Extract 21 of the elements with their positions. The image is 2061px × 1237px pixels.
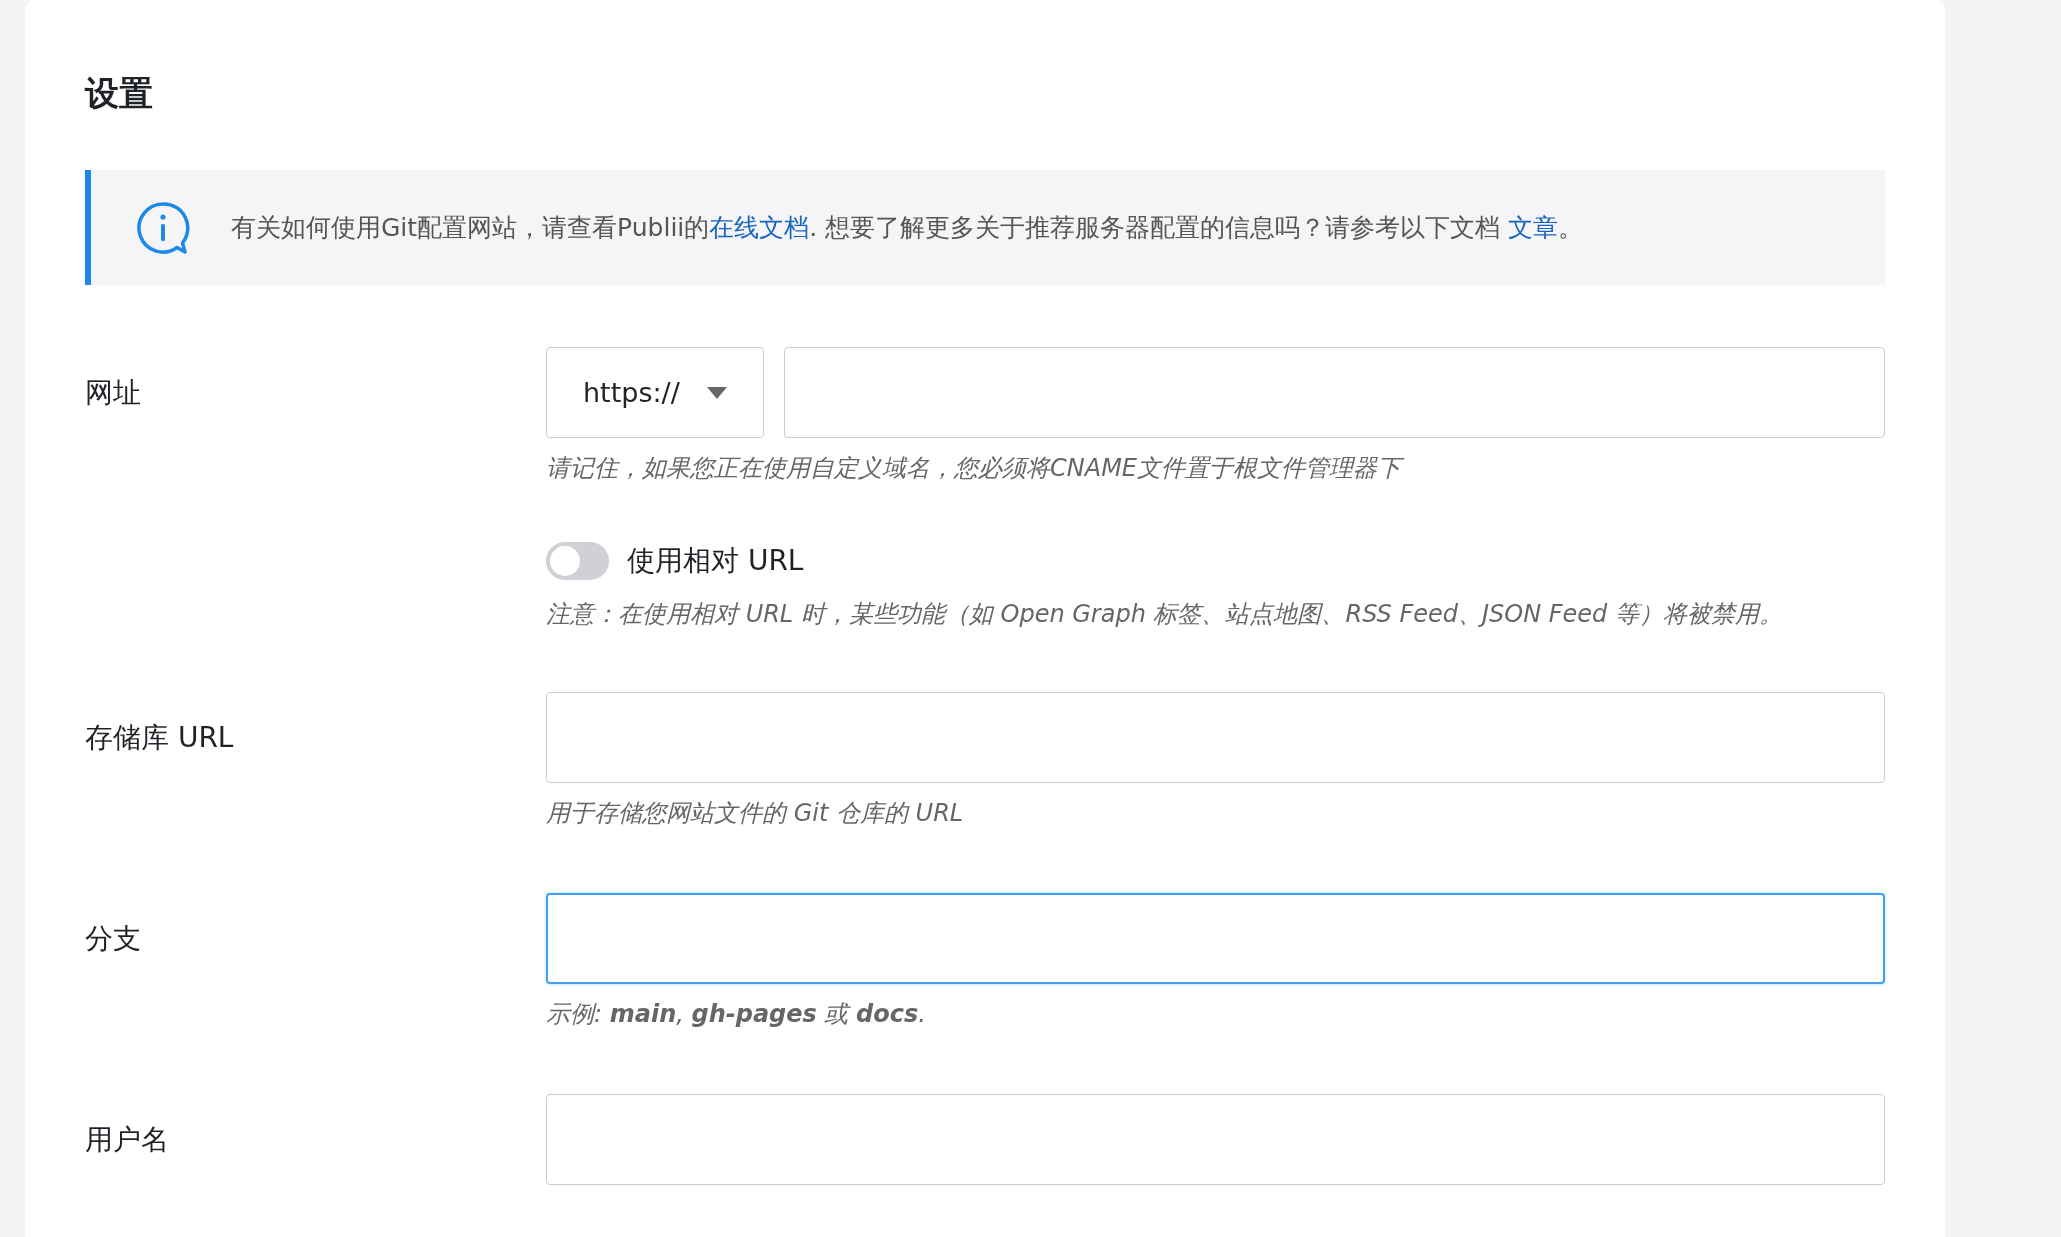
field-hint: 用于存储您网站文件的 Git 仓库的 URL xyxy=(546,798,965,829)
field-hint: 注意：在使用相对 URL 时，某些功能（如 Open Graph 标签、站点地图、RSS Feed、JSON Feed 等）将被禁用。 xyxy=(546,599,1784,630)
caret-icon xyxy=(707,386,727,399)
info-icon xyxy=(135,199,191,256)
field-label: 用户名 xyxy=(85,1122,170,1158)
text-input[interactable] xyxy=(546,692,1885,783)
toggle-label: 使用相对 URL xyxy=(627,543,804,579)
protocol-select[interactable]: https:// xyxy=(546,347,764,438)
toggle-switch[interactable] xyxy=(546,542,609,580)
field-label: 存储库 URL xyxy=(85,720,235,756)
notice-text: 有关如何使用Git配置网站，请查看Publii的在线文档. 想要了解更多关于推荐服务器配置的信息吗？请参考以下文档 文章。 xyxy=(231,212,1584,244)
text-input[interactable] xyxy=(546,1094,1885,1185)
url-input[interactable] xyxy=(784,347,1885,438)
text-input[interactable] xyxy=(546,893,1885,984)
page-title: 设置 xyxy=(85,72,154,115)
docs-link[interactable]: 在线文档 xyxy=(709,213,810,242)
field-hint: 请记住，如果您正在使用自定义域名，您必须将CNAME文件置于根文件管理器下 xyxy=(546,450,1885,486)
article-link[interactable]: 文章 xyxy=(1508,213,1559,242)
field-hint: 示例: main, gh-pages 或 docs. xyxy=(546,999,927,1030)
field-label: 网址 xyxy=(85,375,142,411)
field-label: 分支 xyxy=(85,921,142,957)
